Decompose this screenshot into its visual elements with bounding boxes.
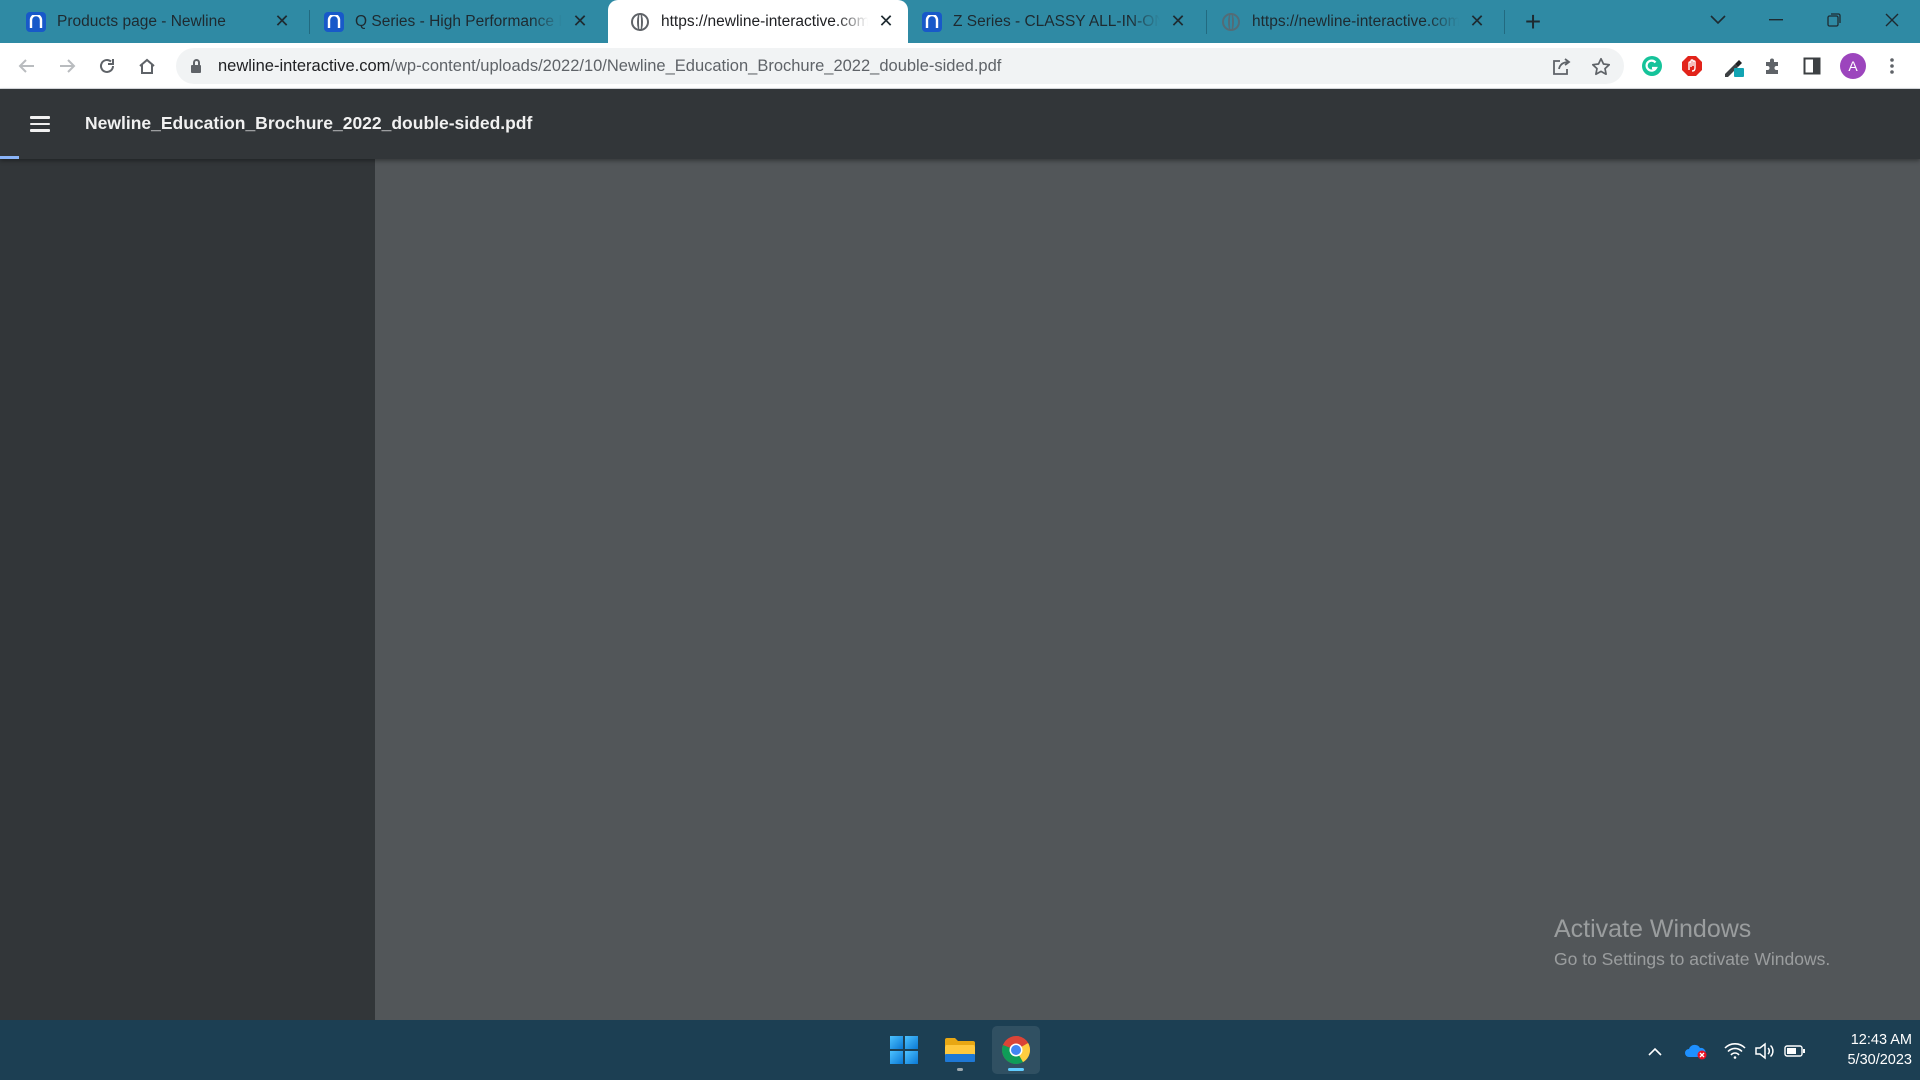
- reload-button[interactable]: [91, 50, 123, 82]
- forward-button[interactable]: [51, 50, 83, 82]
- start-button[interactable]: [880, 1026, 928, 1074]
- side-panel-icon[interactable]: [1800, 54, 1824, 78]
- show-hidden-icons-chevron[interactable]: [1642, 1038, 1668, 1064]
- tab-pdf-second[interactable]: https://newline-interactive.com/wp-conte…: [1199, 0, 1499, 43]
- browser-toolbar: newline-interactive.com/wp-content/uploa…: [0, 43, 1920, 89]
- tab-z-series[interactable]: Z Series - CLASSY ALL-IN-ONE COLLABORATI…: [900, 0, 1200, 43]
- tab-title: Products page - Newline: [57, 12, 226, 30]
- pdf-thumbnail-sidebar[interactable]: [0, 159, 375, 1020]
- system-clock[interactable]: 12:43 AM 5/30/2023: [1812, 1030, 1912, 1070]
- share-icon[interactable]: [1550, 56, 1572, 78]
- close-tab-icon[interactable]: ✕: [270, 10, 294, 34]
- folder-icon: [945, 1038, 975, 1062]
- windows-logo-icon: [890, 1036, 918, 1064]
- clock-date: 5/30/2023: [1847, 1052, 1912, 1068]
- chrome-taskbar-button[interactable]: [992, 1026, 1040, 1074]
- windows-taskbar: [0, 1020, 1920, 1080]
- profile-avatar[interactable]: A: [1840, 53, 1866, 79]
- tab-q-series[interactable]: Q Series - High Performance Interactive …: [302, 0, 602, 43]
- lock-icon[interactable]: [190, 59, 202, 73]
- restore-button[interactable]: [1806, 0, 1862, 40]
- menu-hamburger-icon[interactable]: [26, 110, 54, 138]
- bookmark-star-icon[interactable]: [1590, 56, 1612, 78]
- globe-icon: [630, 12, 650, 32]
- home-button[interactable]: [131, 50, 163, 82]
- wifi-icon[interactable]: [1722, 1038, 1748, 1064]
- close-tab-icon[interactable]: ✕: [874, 10, 898, 34]
- browser-tab-strip: Products page - Newline ✕ Q Series - Hig…: [0, 0, 1920, 43]
- chrome-icon: [1001, 1036, 1030, 1064]
- onedrive-error-icon[interactable]: [1683, 1038, 1709, 1064]
- address-bar[interactable]: newline-interactive.com/wp-content/uploa…: [176, 48, 1624, 84]
- pdf-viewer-toolbar: Newline_Education_Brochure_2022_double-s…: [0, 89, 1920, 159]
- tab-products-page[interactable]: Products page - Newline ✕: [4, 0, 304, 43]
- battery-icon[interactable]: [1782, 1038, 1808, 1064]
- newline-logo-icon: [922, 11, 942, 32]
- tab-title: Z Series - CLASSY ALL-IN-ONE COLLABORATI…: [953, 12, 1160, 30]
- close-tab-icon[interactable]: ✕: [1166, 10, 1190, 34]
- close-window-button[interactable]: [1864, 0, 1920, 40]
- file-explorer-button[interactable]: [936, 1026, 984, 1074]
- tab-title: https://newline-interactive.com/wp-conte…: [1252, 12, 1459, 30]
- newline-logo-icon: [26, 11, 46, 32]
- extensions-puzzle-icon[interactable]: [1761, 54, 1785, 78]
- tab-pdf-active[interactable]: https://newline-interactive.com/wp-conte…: [608, 0, 908, 43]
- close-tab-icon[interactable]: ✕: [568, 10, 592, 34]
- grammarly-extension-icon[interactable]: [1640, 54, 1664, 78]
- close-tab-icon[interactable]: ✕: [1465, 10, 1489, 34]
- tab-search-icon[interactable]: [1690, 0, 1746, 40]
- tab-separator: [1504, 10, 1505, 34]
- volume-icon[interactable]: [1752, 1038, 1778, 1064]
- adblock-extension-icon[interactable]: [1680, 54, 1704, 78]
- tab-title: Q Series - High Performance Interactive: [355, 12, 562, 30]
- pdf-file-name: Newline_Education_Brochure_2022_double-s…: [85, 113, 533, 133]
- back-button[interactable]: [11, 50, 43, 82]
- eyedropper-extension-icon[interactable]: [1722, 54, 1746, 78]
- newline-logo-icon: [324, 11, 344, 32]
- loading-progress-bar: [0, 156, 19, 159]
- minimize-button[interactable]: [1748, 0, 1804, 40]
- url-text[interactable]: newline-interactive.com/wp-content/uploa…: [218, 57, 1001, 76]
- tab-title: https://newline-interactive.com/wp-conte…: [661, 12, 868, 30]
- globe-icon: [1221, 12, 1241, 32]
- watermark-title: Activate Windows: [1554, 915, 1752, 943]
- activate-windows-watermark: Activate Windows Go to Settings to activ…: [1554, 915, 1830, 970]
- more-menu-icon[interactable]: [1880, 54, 1904, 78]
- watermark-subtitle: Go to Settings to activate Windows.: [1554, 949, 1831, 969]
- pdf-document-area[interactable]: [375, 159, 1920, 1020]
- new-tab-button[interactable]: +: [1518, 6, 1548, 37]
- clock-time: 12:43 AM: [1850, 1032, 1912, 1048]
